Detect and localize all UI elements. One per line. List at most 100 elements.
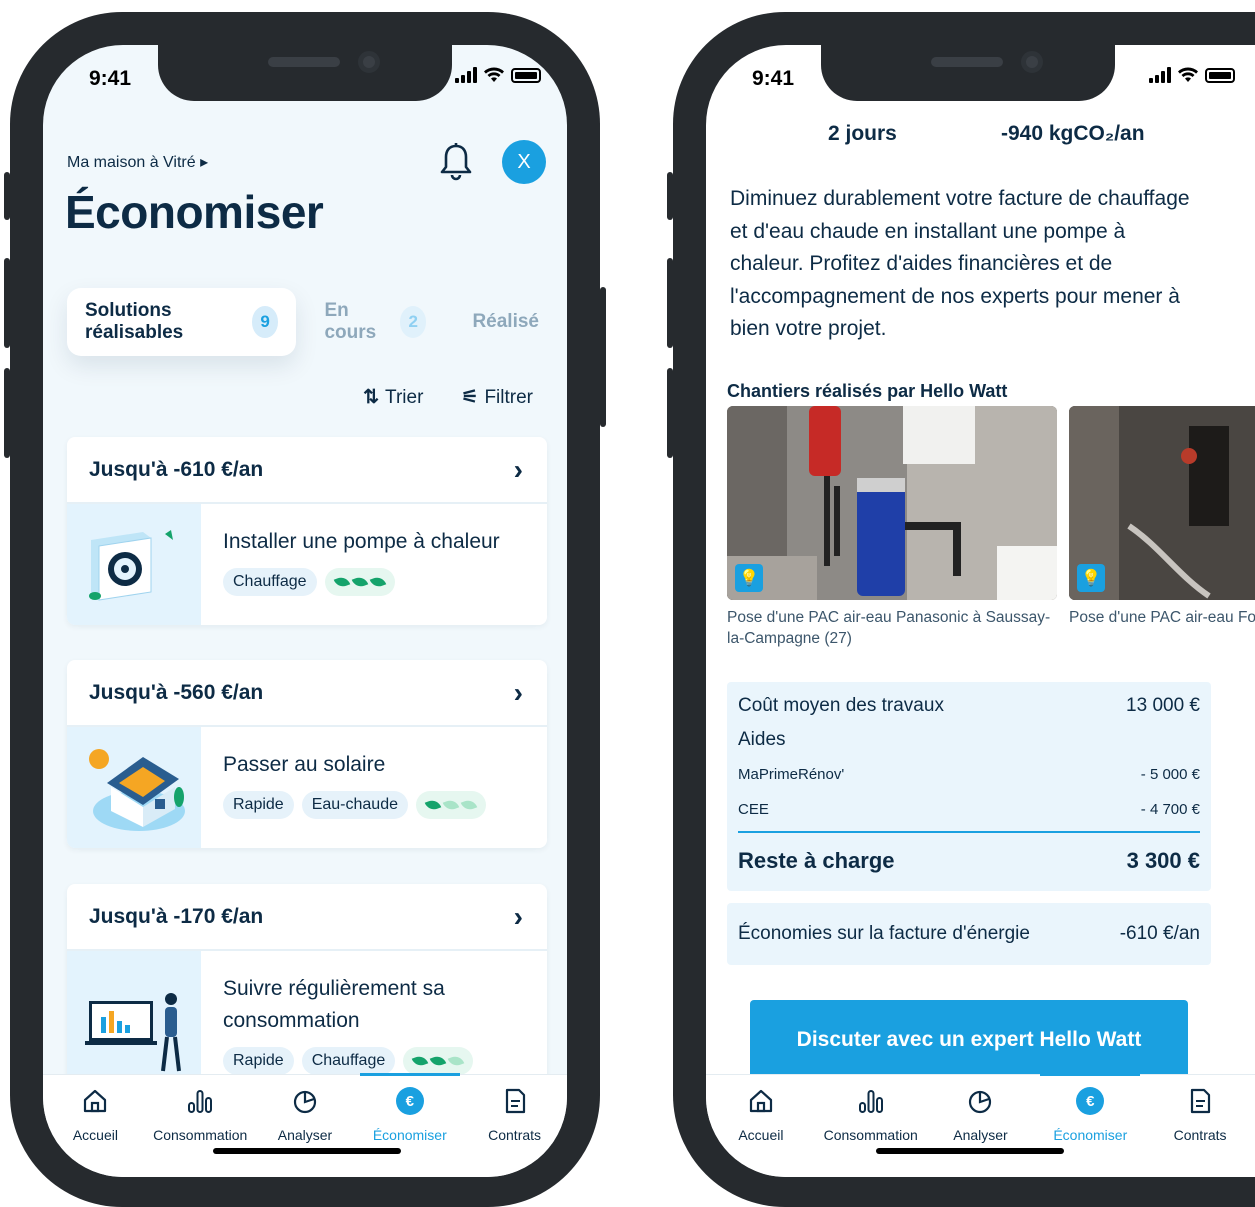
nav-label: Accueil <box>738 1127 784 1143</box>
home-selector[interactable]: Ma maison à Vitré ▸ <box>67 152 208 172</box>
nav-contrats[interactable]: Contrats <box>462 1075 567 1177</box>
home-icon <box>84 1089 107 1113</box>
card-header[interactable]: Jusqu'à -610 €/an › <box>67 437 547 504</box>
solution-card-solar[interactable]: Jusqu'à -560 €/an › Passer au solaire Ra… <box>67 660 547 848</box>
tab-realise[interactable]: Réalisé <box>454 299 557 345</box>
tab-count-badge: 9 <box>251 306 279 338</box>
volume-up-button <box>667 258 673 348</box>
front-camera <box>1021 51 1043 73</box>
bar-chart-icon <box>858 1090 883 1113</box>
tab-en-cours[interactable]: En cours 2 <box>306 288 444 356</box>
tab-label: En cours <box>324 300 377 343</box>
energy-savings-row: Économies sur la facture d'énergie -610 … <box>727 903 1211 965</box>
project-photo[interactable]: 💡 <box>1069 406 1255 600</box>
sort-button[interactable]: ⇅ Trier <box>363 386 423 409</box>
tab-label: Réalisé <box>472 311 539 332</box>
card-title: Suivre régulièrement sa consommation <box>223 977 445 1032</box>
tab-solutions-realisables[interactable]: Solutions réalisables 9 <box>67 288 297 356</box>
nav-label: Analyser <box>277 1127 333 1143</box>
contact-expert-button[interactable]: Discuter avec un expert Hello Watt <box>750 1000 1188 1080</box>
card-header[interactable]: Jusqu'à -170 €/an › <box>67 884 547 951</box>
nav-accueil[interactable]: Accueil <box>43 1075 148 1177</box>
eco-impact-leaves <box>416 791 486 819</box>
screen-heat-pump-detail: 9:41 2 jours -940 kgCO₂/an Diminuez dura… <box>706 45 1255 1177</box>
tab-count-badge: 2 <box>399 306 427 338</box>
euro-icon: € <box>1076 1087 1105 1115</box>
bottom-nav: Accueil Consommation Analyser € Économis… <box>43 1073 567 1177</box>
mute-switch <box>667 172 673 220</box>
notification-bell-icon[interactable] <box>439 141 473 181</box>
filter-label: Filtrer <box>484 387 533 408</box>
nav-label: Contrats <box>488 1127 542 1143</box>
nav-contrats[interactable]: Contrats <box>1145 1075 1255 1177</box>
status-icons <box>455 67 541 83</box>
cost-breakdown: Coût moyen des travaux 13 000 € Aides Ma… <box>727 682 1211 891</box>
card-content: Passer au solaire Rapide Eau-chaude <box>201 727 486 848</box>
tag: Eau-chaude <box>301 791 408 819</box>
home-icon <box>749 1089 772 1113</box>
notch <box>821 45 1115 101</box>
nav-label: Économiser <box>372 1127 447 1143</box>
solution-card-heat-pump[interactable]: Jusqu'à -610 €/an › Installer une pompe … <box>67 437 547 625</box>
project-duration: 2 jours <box>828 122 897 145</box>
solution-card-monitoring[interactable]: Jusqu'à -170 €/an › Suivre régulièrement… <box>67 884 547 1084</box>
lightbulb-icon: 💡 <box>735 564 763 592</box>
project-caption: Pose d'une PAC air-eau Panasonic à Sauss… <box>727 609 1051 647</box>
section-title-projects: Chantiers réalisés par Hello Watt <box>727 381 1008 401</box>
card-title: Passer au solaire <box>223 753 386 776</box>
nav-analyser[interactable]: Analyser <box>926 1075 1036 1177</box>
card-content: Installer une pompe à chaleur Chauffage <box>201 504 500 625</box>
card-body: Suivre régulièrement sa consommation Rap… <box>67 951 547 1084</box>
nav-accueil[interactable]: Accueil <box>706 1075 816 1177</box>
leaf-icon <box>351 574 368 590</box>
tag: Rapide <box>223 791 294 819</box>
eco-impact-leaves <box>324 568 395 596</box>
aids-header-row: Aides <box>738 723 1200 757</box>
nav-label: Consommation <box>153 1127 248 1143</box>
power-button <box>600 287 606 427</box>
status-time: 9:41 <box>752 67 795 90</box>
speaker <box>931 57 1003 67</box>
battery-icon <box>1205 68 1235 83</box>
nav-economiser[interactable]: € Économiser <box>357 1073 462 1177</box>
aid-label: MaPrimeRénov' <box>738 766 845 783</box>
battery-icon <box>511 68 541 83</box>
pie-chart-icon <box>969 1090 992 1114</box>
aid-value: - 5 000 € <box>1140 766 1200 783</box>
status-icons <box>1149 67 1235 83</box>
filter-button[interactable]: ⚟ Filtrer <box>461 386 533 409</box>
tab-label: Solutions réalisables <box>85 300 184 343</box>
leaf-icon <box>333 574 350 590</box>
nav-label: Consommation <box>823 1127 918 1143</box>
avatar[interactable]: X <box>502 140 546 184</box>
savings-value: -610 €/an <box>1119 923 1200 944</box>
card-body: Passer au solaire Rapide Eau-chaude <box>67 727 547 848</box>
pie-chart-icon <box>293 1090 317 1114</box>
leaf-icon <box>442 797 460 813</box>
aid-label: CEE <box>738 801 769 818</box>
nav-consommation[interactable]: Consommation <box>148 1075 253 1177</box>
aid-value: - 4 700 € <box>1140 801 1200 818</box>
heat-pump-illustration <box>67 504 201 625</box>
nav-economiser[interactable]: € Économiser <box>1035 1073 1145 1177</box>
front-camera <box>358 51 380 73</box>
status-time: 9:41 <box>89 67 132 90</box>
home-indicator <box>213 1148 401 1154</box>
eco-impact-leaves <box>403 1047 474 1075</box>
savings-label: Économies sur la facture d'énergie <box>738 923 1030 944</box>
tag: Chauffage <box>301 1047 396 1075</box>
card-header[interactable]: Jusqu'à -560 €/an › <box>67 660 547 727</box>
card-content: Suivre régulièrement sa consommation Rap… <box>201 951 474 1084</box>
nav-consommation[interactable]: Consommation <box>816 1075 926 1177</box>
leaf-icon <box>447 1053 465 1069</box>
nav-analyser[interactable]: Analyser <box>253 1075 358 1177</box>
card-tags: Chauffage <box>223 568 500 596</box>
sort-label: Trier <box>385 387 424 408</box>
volume-up-button <box>4 258 10 348</box>
card-title: Installer une pompe à chaleur <box>223 530 500 553</box>
filter-sliders-icon: ⚟ <box>461 387 479 408</box>
euro-icon: € <box>395 1087 424 1115</box>
document-icon <box>1190 1088 1211 1114</box>
project-photo[interactable]: 💡 <box>727 406 1057 600</box>
monitoring-illustration <box>67 951 201 1084</box>
